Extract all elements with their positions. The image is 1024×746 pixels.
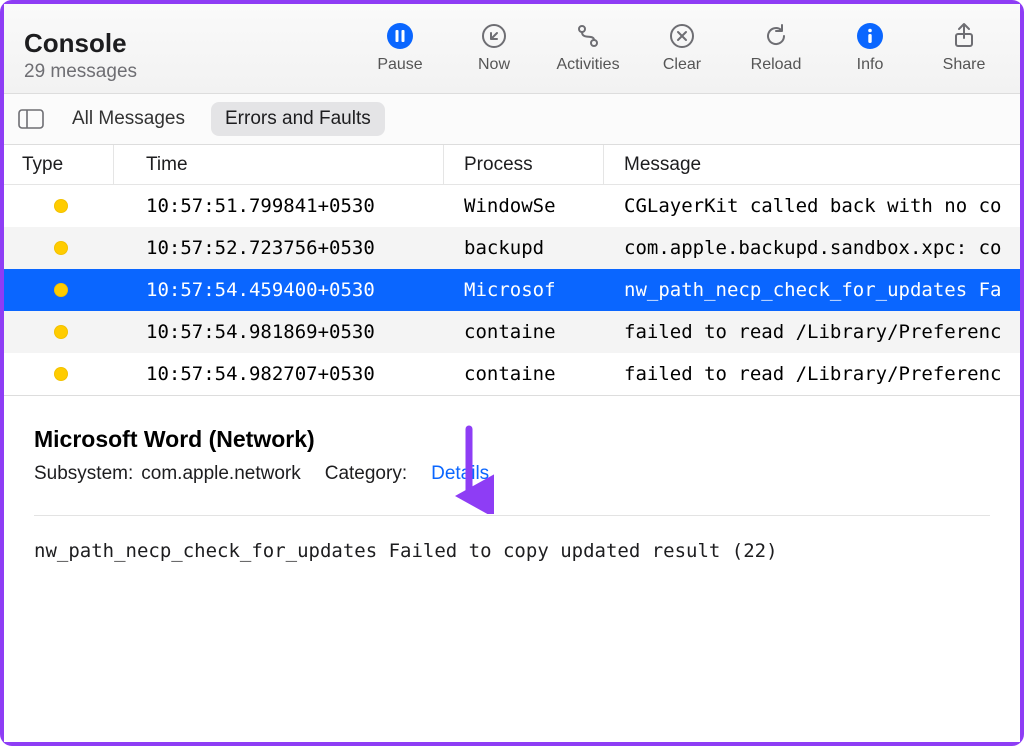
- log-process: containe: [444, 363, 604, 385]
- pause-label: Pause: [377, 56, 422, 74]
- filter-bar: All Messages Errors and Faults: [4, 94, 1020, 145]
- warning-dot-icon: [54, 283, 68, 297]
- warning-dot-icon: [54, 241, 68, 255]
- clear-icon: [668, 22, 696, 50]
- sidebar-toggle-button[interactable]: [16, 107, 46, 131]
- log-row[interactable]: 10:57:52.723756+0530 backupd com.apple.b…: [4, 227, 1020, 269]
- log-message: com.apple.backupd.sandbox.xpc: co: [604, 237, 1020, 259]
- info-icon: [856, 22, 884, 50]
- subsystem-label: Subsystem:: [34, 463, 133, 485]
- log-row[interactable]: 10:57:54.981869+0530 containe failed to …: [4, 311, 1020, 353]
- reload-button[interactable]: Reload: [740, 22, 812, 74]
- detail-divider: [34, 515, 990, 516]
- reload-icon: [762, 22, 790, 50]
- table-header: Type Time Process Message: [4, 145, 1020, 185]
- now-label: Now: [478, 56, 510, 74]
- log-row-selected[interactable]: 10:57:54.459400+0530 Microsof nw_path_ne…: [4, 269, 1020, 311]
- info-label: Info: [857, 56, 884, 74]
- log-time: 10:57:54.982707+0530: [114, 363, 444, 385]
- share-icon: [950, 22, 978, 50]
- detail-title: Microsoft Word (Network): [34, 426, 990, 453]
- filter-all-messages[interactable]: All Messages: [58, 102, 199, 136]
- column-header-message[interactable]: Message: [604, 145, 1020, 184]
- reload-label: Reload: [751, 56, 802, 74]
- column-header-type[interactable]: Type: [4, 145, 114, 184]
- log-row[interactable]: 10:57:51.799841+0530 WindowSe CGLayerKit…: [4, 185, 1020, 227]
- window-title: Console: [24, 28, 137, 59]
- activities-button[interactable]: Activities: [552, 22, 624, 74]
- toolbar-buttons: Pause Now Activities Clear: [364, 22, 1000, 74]
- now-icon: [480, 22, 508, 50]
- log-process: containe: [444, 321, 604, 343]
- log-message: nw_path_necp_check_for_updates Fa: [604, 279, 1020, 301]
- log-process: backupd: [444, 237, 604, 259]
- now-button[interactable]: Now: [458, 22, 530, 74]
- activities-label: Activities: [556, 56, 619, 74]
- clear-button[interactable]: Clear: [646, 22, 718, 74]
- column-header-process[interactable]: Process: [444, 145, 604, 184]
- console-window: Console 29 messages Pause Now Activ: [4, 4, 1020, 742]
- log-process: Microsof: [444, 279, 604, 301]
- filter-errors-and-faults[interactable]: Errors and Faults: [211, 102, 385, 136]
- pause-button[interactable]: Pause: [364, 22, 436, 74]
- title-block: Console 29 messages: [24, 28, 137, 83]
- pause-icon: [386, 22, 414, 50]
- category-label: Category:: [325, 463, 407, 485]
- detail-pane: Microsoft Word (Network) Subsystem: com.…: [4, 395, 1020, 592]
- warning-dot-icon: [54, 367, 68, 381]
- log-process: WindowSe: [444, 195, 604, 217]
- share-label: Share: [943, 56, 986, 74]
- log-time: 10:57:54.981869+0530: [114, 321, 444, 343]
- info-button[interactable]: Info: [834, 22, 906, 74]
- log-time: 10:57:52.723756+0530: [114, 237, 444, 259]
- sidebar-icon: [18, 109, 44, 129]
- activities-icon: [574, 22, 602, 50]
- detail-message-body: nw_path_necp_check_for_updates Failed to…: [34, 540, 990, 562]
- log-message: CGLayerKit called back with no co: [604, 195, 1020, 217]
- warning-dot-icon: [54, 325, 68, 339]
- subsystem-value: com.apple.network: [141, 463, 300, 485]
- detail-meta: Subsystem: com.apple.network Category: D…: [34, 463, 990, 485]
- warning-dot-icon: [54, 199, 68, 213]
- message-count: 29 messages: [24, 61, 137, 83]
- share-button[interactable]: Share: [928, 22, 1000, 74]
- log-row[interactable]: 10:57:54.982707+0530 containe failed to …: [4, 353, 1020, 395]
- details-link[interactable]: Details: [431, 463, 489, 485]
- log-time: 10:57:54.459400+0530: [114, 279, 444, 301]
- log-time: 10:57:51.799841+0530: [114, 195, 444, 217]
- toolbar: Console 29 messages Pause Now Activ: [4, 4, 1020, 94]
- column-header-time[interactable]: Time: [114, 145, 444, 184]
- log-message: failed to read /Library/Preferenc: [604, 363, 1020, 385]
- log-message: failed to read /Library/Preferenc: [604, 321, 1020, 343]
- clear-label: Clear: [663, 56, 701, 74]
- log-table-body: 10:57:51.799841+0530 WindowSe CGLayerKit…: [4, 185, 1020, 395]
